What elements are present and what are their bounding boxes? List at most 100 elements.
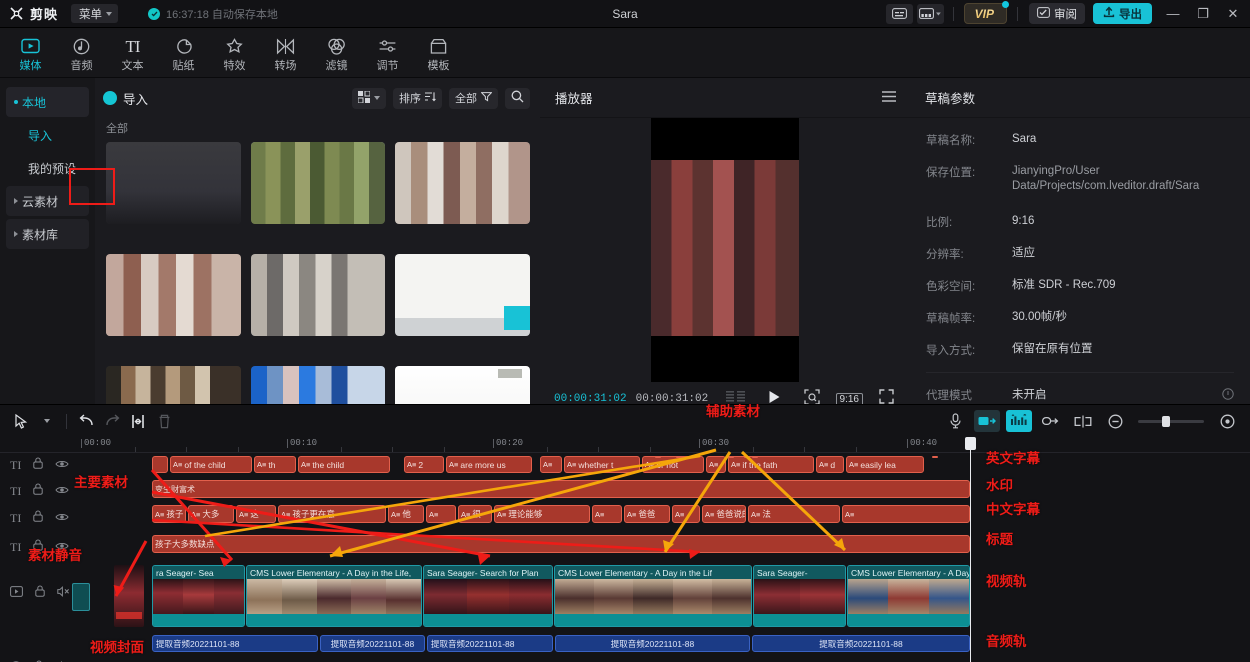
text-clip[interactable]: A≡爸爸 (624, 505, 670, 523)
lock-icon[interactable] (33, 456, 43, 474)
export-button[interactable]: 导出 (1093, 3, 1152, 24)
playhead-handle[interactable] (965, 437, 976, 450)
info-icon[interactable] (1222, 388, 1234, 403)
text-clip[interactable]: A≡这 (236, 505, 276, 523)
zoom-slider[interactable] (1138, 420, 1204, 423)
text-clip[interactable]: A≡or not (642, 456, 704, 473)
track-header-text-3[interactable]: TI (0, 508, 80, 528)
lock-icon[interactable] (35, 584, 45, 602)
auto-beat-icon[interactable] (1006, 410, 1032, 432)
text-clip[interactable]: A≡很 (458, 505, 492, 523)
track-header-text-1[interactable]: TI (0, 455, 80, 475)
cursor-select-icon[interactable] (8, 410, 34, 432)
hamburger-icon[interactable] (882, 91, 896, 105)
text-clip[interactable]: A≡of the child (170, 456, 252, 473)
text-clip[interactable]: A≡2 (404, 456, 444, 473)
video-clip[interactable]: CMS Lower Elementary - A Day in the Life… (246, 565, 422, 627)
undo-icon[interactable] (73, 410, 99, 432)
split-icon[interactable] (125, 410, 151, 432)
watermark-clip[interactable]: 变生财富术 (152, 480, 970, 498)
text-clip[interactable]: A≡are more us (446, 456, 532, 473)
tab-template[interactable]: 模板 (413, 28, 464, 78)
zoom-slider-handle[interactable] (1162, 416, 1170, 427)
tab-media[interactable]: 媒体 (5, 28, 56, 78)
chevron-down-icon[interactable] (34, 410, 60, 432)
text-clip[interactable]: A≡easily lea (846, 456, 924, 473)
track-header-text-2[interactable]: TI (0, 481, 80, 501)
sidebar-item-local[interactable]: 本地 (6, 87, 89, 117)
text-clip[interactable] (152, 456, 168, 473)
tab-effects[interactable]: 特效 (209, 28, 260, 78)
track-header-video[interactable] (0, 583, 80, 603)
media-thumb-4[interactable] (106, 254, 241, 336)
text-clip[interactable]: A≡法 (748, 505, 840, 523)
text-clip[interactable]: A≡ (706, 456, 726, 473)
video-cover-thumbnail[interactable] (114, 565, 144, 627)
media-thumb-5[interactable] (251, 254, 386, 336)
close-button[interactable]: ✕ (1218, 1, 1248, 27)
text-clip[interactable]: A≡孩子更在意 (278, 505, 386, 523)
tab-text[interactable]: TI 文本 (107, 28, 158, 78)
import-button[interactable]: 导入 (103, 89, 148, 108)
media-thumb-8[interactable] (251, 366, 386, 404)
media-thumb-9[interactable] (395, 366, 530, 404)
text-clip[interactable]: A≡理论能够 (494, 505, 590, 523)
zoom-out-icon[interactable] (1102, 410, 1128, 432)
caption-icon[interactable] (886, 4, 913, 24)
timeline-ruler[interactable]: 00:00 00:10 00:20 00:30 00:40 (0, 437, 1250, 453)
text-clip[interactable]: A≡ (592, 505, 622, 523)
menu-button[interactable]: 菜单 (71, 4, 118, 23)
tab-transition[interactable]: 转场 (260, 28, 311, 78)
minimize-button[interactable]: — (1158, 1, 1188, 27)
audio-clip[interactable]: 提取音频20221101-88 (320, 635, 425, 652)
eye-icon[interactable] (55, 482, 69, 500)
text-clip[interactable]: A≡ (842, 505, 970, 523)
view-mode-button[interactable] (352, 88, 386, 109)
text-clip[interactable]: A≡爸爸说的话 (702, 505, 746, 523)
vip-button[interactable]: VIP (964, 3, 1007, 24)
auto-caption-icon[interactable] (974, 410, 1000, 432)
video-clip[interactable]: Sara Seager- Search for Plan (423, 565, 553, 627)
tab-filter[interactable]: 滤镜 (311, 28, 362, 78)
playhead[interactable] (970, 437, 971, 662)
layout-icon[interactable] (917, 4, 944, 24)
clip-fragment[interactable] (72, 583, 90, 611)
microphone-icon[interactable] (942, 410, 968, 432)
video-clip[interactable]: Sara Seager- (753, 565, 846, 627)
redo-icon[interactable] (99, 410, 125, 432)
media-thumb-1[interactable] (106, 142, 241, 224)
text-clip[interactable]: A≡大多 (188, 505, 234, 523)
trash-icon[interactable] (151, 410, 177, 432)
text-clip[interactable]: A≡the child (298, 456, 390, 473)
audio-clip[interactable]: 提取音频20221101-88 (752, 635, 970, 652)
link-icon[interactable] (1038, 410, 1064, 432)
text-clip[interactable]: A≡他 (388, 505, 424, 523)
tab-audio[interactable]: 音频 (56, 28, 107, 78)
tab-adjust[interactable]: 调节 (362, 28, 413, 78)
text-clip[interactable]: A≡if the fath (728, 456, 814, 473)
eye-icon[interactable] (55, 456, 69, 474)
media-thumb-3[interactable] (395, 142, 530, 224)
video-clip[interactable]: ra Seager- Sea (152, 565, 245, 627)
lock-icon[interactable] (33, 509, 43, 527)
audio-clip[interactable]: 提取音频20221101-88 (555, 635, 750, 652)
tab-sticker[interactable]: 贴纸 (158, 28, 209, 78)
zoom-in-icon[interactable] (1214, 410, 1240, 432)
review-button[interactable]: 审阅 (1029, 3, 1085, 24)
title-clip[interactable]: 孩子大多数缺点 (152, 535, 970, 553)
video-clip[interactable]: CMS Lower Elementary - A Day in the Lif (554, 565, 752, 627)
timeline-lanes[interactable]: A≡of the child A≡th A≡the child A≡2 A≡ar… (80, 453, 1250, 662)
audio-clip[interactable]: 提取音频20221101-88 (427, 635, 553, 652)
media-thumb-6[interactable] (395, 254, 530, 336)
sidebar-item-media-library[interactable]: 素材库 (6, 219, 89, 249)
text-clip[interactable]: A≡d (816, 456, 844, 473)
filter-button[interactable]: 全部 (449, 88, 498, 109)
text-clip[interactable]: A≡th (254, 456, 296, 473)
eye-icon[interactable] (55, 509, 69, 527)
lock-icon[interactable] (33, 482, 43, 500)
sort-button[interactable]: 排序 (393, 88, 442, 109)
media-thumb-7[interactable] (106, 366, 241, 404)
mute-icon[interactable] (57, 584, 70, 602)
text-clip[interactable]: A≡ (672, 505, 700, 523)
audio-clip[interactable]: 提取音频20221101-88 (152, 635, 318, 652)
